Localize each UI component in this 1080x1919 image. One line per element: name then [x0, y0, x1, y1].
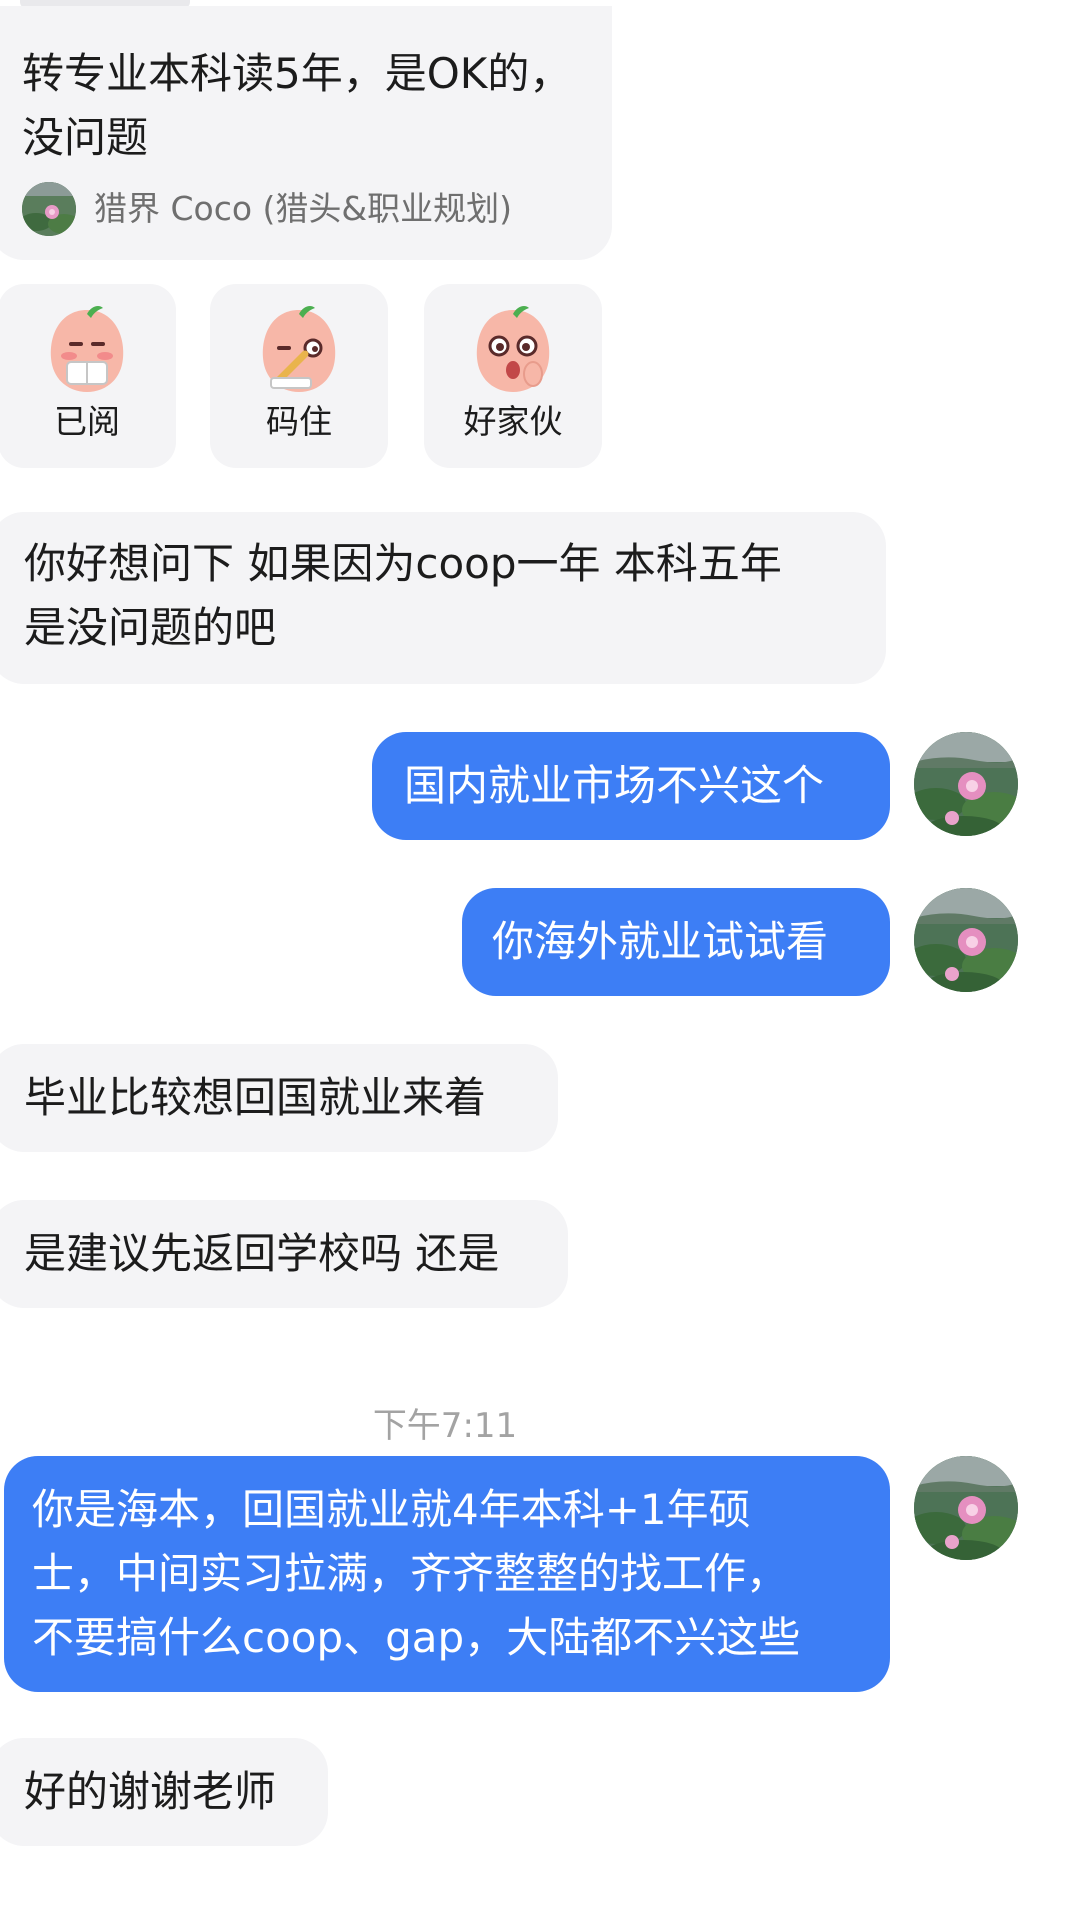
sticker-read-label: 已阅 — [54, 402, 120, 441]
incoming-message-coop-line2: 是没问题的吧 — [24, 603, 277, 652]
incoming-message-coop-line1: 你好想问下 如果因为coop一年 本科五年 — [24, 539, 782, 588]
incoming-message-return-school[interactable]: 是建议先返回学校吗 还是 — [0, 1200, 568, 1308]
incoming-message-coop[interactable]: 你好想问下 如果因为coop一年 本科五年 是没问题的吧 — [0, 512, 886, 684]
outgoing-message-overseas[interactable]: 你海外就业试试看 — [462, 888, 890, 996]
incoming-message-thanks[interactable]: 好的谢谢老师 — [0, 1738, 328, 1846]
sticker-read[interactable]: 已阅 — [0, 284, 176, 468]
sender-avatar[interactable] — [914, 888, 1018, 992]
sender-avatar[interactable] — [914, 1456, 1018, 1560]
quoted-message-text: 转专业本科读5年，是OK的， 没问题 — [22, 42, 571, 170]
quoted-text-line1: 转专业本科读5年，是OK的， — [22, 49, 572, 98]
quoted-text-line2: 没问题 — [22, 113, 149, 162]
outgoing-message-advice-line1: 你是海本，回国就业就4年本科+1年硕 — [32, 1485, 751, 1534]
message-timestamp: 下午7:11 — [372, 1406, 518, 1446]
outgoing-message-advice-line3: 不要搞什么coop、gap，大陆都不兴这些 — [32, 1613, 801, 1662]
sticker-surprised-icon — [463, 304, 563, 400]
outgoing-message-market[interactable]: 国内就业市场不兴这个 — [372, 732, 890, 840]
sender-avatar[interactable] — [914, 732, 1018, 836]
incoming-message-return-school-text: 是建议先返回学校吗 还是 — [24, 1229, 500, 1278]
quoted-message-card[interactable]: 转专业本科读5年，是OK的， 没问题 猎界 Coco (猎头&职业规划) — [0, 6, 612, 260]
outgoing-message-market-text: 国内就业市场不兴这个 — [404, 761, 825, 810]
sticker-wow-label: 好家伙 — [463, 402, 563, 441]
sticker-noted[interactable]: 码住 — [210, 284, 388, 468]
quoted-author-avatar[interactable] — [22, 182, 76, 236]
sticker-writing-icon — [249, 304, 349, 400]
sticker-wow[interactable]: 好家伙 — [424, 284, 602, 468]
outgoing-message-advice[interactable]: 你是海本，回国就业就4年本科+1年硕 士，中间实习拉满，齐齐整整的找工作， 不要… — [4, 1456, 890, 1692]
outgoing-message-overseas-text: 你海外就业试试看 — [492, 917, 829, 966]
sticker-noted-label: 码住 — [266, 402, 332, 441]
incoming-message-thanks-text: 好的谢谢老师 — [24, 1767, 277, 1816]
sticker-reading-icon — [37, 304, 137, 400]
quoted-author-name: 猎界 Coco (猎头&职业规划) — [94, 189, 513, 228]
incoming-message-return-home[interactable]: 毕业比较想回国就业来着 — [0, 1044, 558, 1152]
incoming-message-return-home-text: 毕业比较想回国就业来着 — [24, 1073, 487, 1122]
outgoing-message-advice-line2: 士，中间实习拉满，齐齐整整的找工作， — [32, 1549, 789, 1598]
